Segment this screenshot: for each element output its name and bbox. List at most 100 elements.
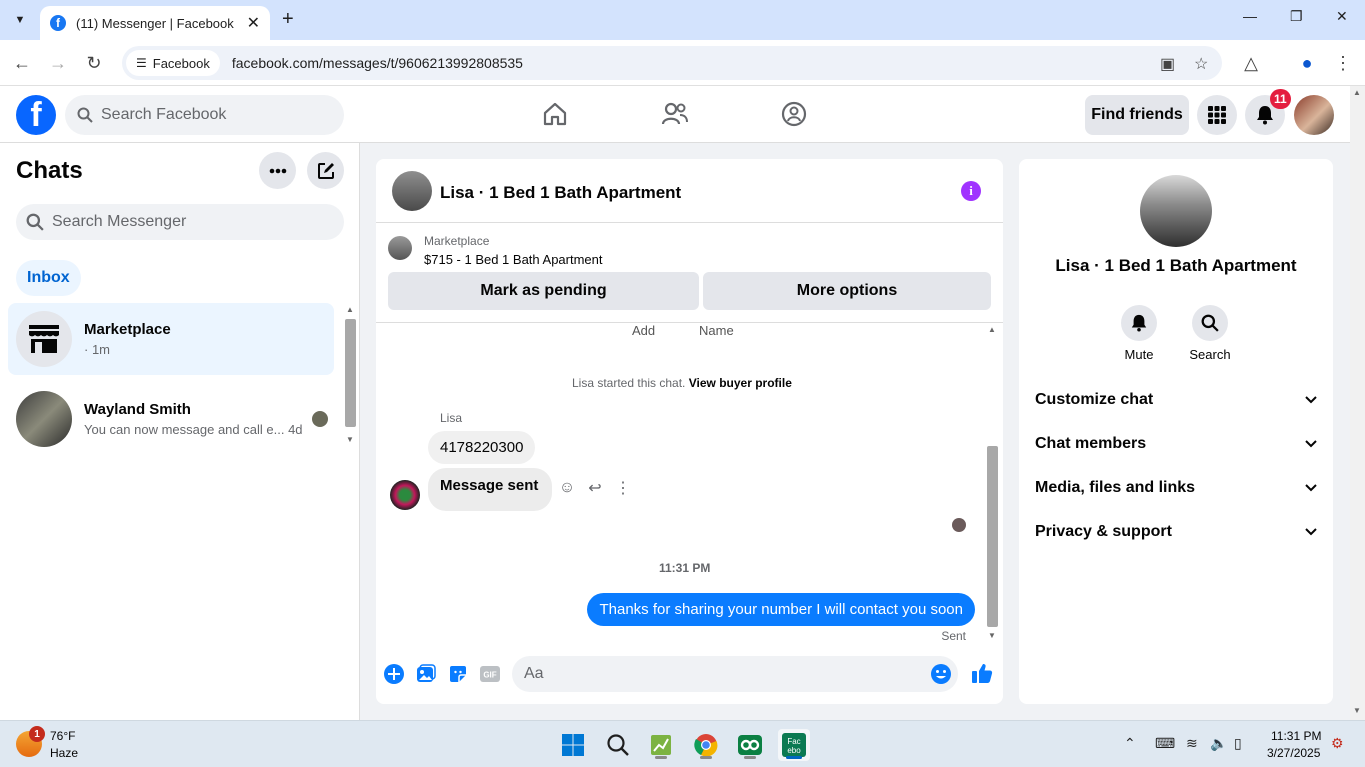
inbox-filter-tab[interactable]: Inbox (16, 260, 81, 296)
new-tab-plus-icon[interactable]: + (282, 8, 294, 31)
emoji-icon[interactable] (930, 663, 952, 690)
view-buyer-profile-link[interactable]: View buyer profile (689, 376, 792, 390)
groups-icon[interactable] (780, 100, 808, 128)
composer-bar: GIF (376, 649, 1003, 699)
profile-icon[interactable]: ● (1294, 50, 1320, 76)
chat-item-marketplace[interactable]: Marketplace · 1m (8, 303, 334, 375)
message-input[interactable] (524, 665, 744, 683)
browser-menu-icon[interactable]: ⋮ (1330, 50, 1356, 76)
account-avatar[interactable] (1294, 95, 1334, 135)
message-composer[interactable] (512, 656, 958, 692)
facebook-search[interactable] (65, 95, 344, 135)
more-options-button[interactable]: More options (703, 272, 991, 310)
svg-text:GIF: GIF (483, 671, 496, 680)
home-icon[interactable] (541, 100, 569, 128)
search-conversation-button[interactable]: Search (1180, 305, 1240, 362)
avatar (390, 480, 420, 510)
reply-icon[interactable]: ↩ (584, 477, 606, 499)
wifi-icon[interactable]: ≋ (1186, 735, 1198, 752)
battery-icon[interactable]: ▯ (1234, 735, 1242, 752)
chart-app-icon[interactable] (645, 729, 677, 761)
messenger-search[interactable] (16, 204, 344, 240)
chats-title: Chats (16, 157, 83, 184)
scroll-down-arrow-icon[interactable]: ▼ (346, 435, 354, 444)
weather-temperature[interactable]: 76°F (50, 729, 75, 743)
media-files-links-section[interactable]: Media, files and links (1035, 466, 1317, 510)
facebook-taskbar-app[interactable]: Fac ebo (778, 729, 810, 761)
add-plus-icon[interactable] (383, 663, 405, 685)
tab-close-icon[interactable]: ✕ (247, 13, 260, 33)
scroll-down-arrow-icon[interactable]: ▼ (988, 631, 996, 640)
clock-date[interactable]: 3/27/2025 (1267, 746, 1320, 760)
new-message-icon[interactable] (307, 152, 344, 189)
volume-icon[interactable]: 🔈 (1210, 735, 1227, 752)
more-options-icon[interactable] (259, 152, 296, 189)
labs-flask-icon[interactable]: △ (1238, 50, 1264, 76)
thumbs-up-icon[interactable] (970, 661, 994, 685)
search-icon (77, 107, 93, 123)
privacy-support-section[interactable]: Privacy & support (1035, 510, 1317, 554)
incoming-message[interactable]: Message sent (428, 468, 553, 511)
notification-center-icon[interactable]: ⚙ (1331, 735, 1344, 752)
tray-chevron-up-icon[interactable]: ⌃ (1124, 735, 1136, 752)
mute-button[interactable]: Mute (1109, 305, 1169, 362)
message-timestamp: 11:31 PM (659, 561, 711, 575)
photo-icon[interactable] (415, 663, 437, 685)
incoming-message[interactable]: 4178220300 (428, 431, 536, 464)
scroll-up-arrow-icon[interactable]: ▲ (988, 325, 996, 334)
taskbar-search-icon[interactable] (602, 729, 634, 761)
messenger-search-input[interactable] (52, 213, 272, 231)
address-bar[interactable]: ☰ Facebook facebook.com/messages/t/96062… (122, 46, 1222, 80)
avatar[interactable] (1140, 175, 1212, 247)
gif-icon[interactable]: GIF (479, 663, 501, 685)
chat-preview-text: You can now message and call e... (84, 422, 285, 437)
sticker-icon[interactable] (447, 663, 469, 685)
outgoing-message[interactable]: Thanks for sharing your number I will co… (587, 593, 975, 626)
listing-title[interactable]: $715 - 1 Bed 1 Bath Apartment (424, 252, 603, 267)
tune-icon: ☰ (136, 56, 147, 70)
friends-icon[interactable] (661, 100, 689, 128)
menu-grid-icon[interactable] (1197, 95, 1237, 135)
reload-icon[interactable]: ↻ (81, 50, 107, 76)
customize-chat-section[interactable]: Customize chat (1035, 378, 1317, 422)
mark-as-pending-button[interactable]: Mark as pending (388, 272, 699, 310)
windows-start-icon[interactable] (557, 729, 589, 761)
message-thread: Add Name Lisa started this chat. View bu… (376, 322, 1003, 645)
thread-scrollbar-thumb[interactable] (987, 446, 998, 627)
scroll-down-arrow-icon[interactable]: ▼ (1353, 706, 1361, 715)
conversation-info-panel: Lisa · 1 Bed 1 Bath Apartment Mute Searc… (1019, 159, 1333, 704)
facebook-search-input[interactable] (101, 106, 321, 124)
facebook-logo-icon[interactable]: f (16, 95, 56, 135)
chrome-icon[interactable] (690, 729, 722, 761)
page-scrollbar[interactable]: ▲ ▼ (1350, 86, 1365, 720)
message-more-icon[interactable]: ⋮ (612, 477, 634, 499)
scroll-up-arrow-icon[interactable]: ▲ (346, 305, 354, 314)
forward-arrow-icon[interactable]: → (45, 50, 71, 76)
back-arrow-icon[interactable]: ← (9, 50, 35, 76)
react-emoji-icon[interactable]: ☺ (556, 477, 578, 499)
clock-time[interactable]: 11:31 PM (1271, 729, 1321, 743)
site-info-chip[interactable]: ☰ Facebook (126, 50, 220, 76)
chat-item-wayland-smith[interactable]: Wayland Smith You can now message and ca… (8, 383, 334, 455)
tab-search-chevron-icon[interactable]: ▼ (8, 8, 32, 32)
bookmark-star-icon[interactable]: ☆ (1194, 54, 1208, 74)
chat-members-section[interactable]: Chat members (1035, 422, 1317, 466)
install-app-icon[interactable]: ▣ (1160, 54, 1175, 74)
scrollbar-thumb[interactable] (345, 319, 356, 427)
minimize-icon[interactable]: — (1243, 8, 1257, 24)
avatar[interactable] (392, 171, 432, 211)
conversation-title[interactable]: Lisa · 1 Bed 1 Bath Apartment (440, 183, 681, 203)
info-icon[interactable]: i (961, 181, 981, 201)
marketplace-shop-icon (16, 311, 72, 367)
keyboard-icon[interactable]: ⌨ (1155, 735, 1175, 752)
search-icon (1192, 305, 1228, 341)
scroll-up-arrow-icon[interactable]: ▲ (1353, 88, 1361, 97)
weather-condition[interactable]: Haze (50, 746, 78, 760)
maximize-icon[interactable]: ❐ (1290, 8, 1303, 25)
find-friends-button[interactable]: Find friends (1085, 95, 1189, 135)
window-close-icon[interactable]: ✕ (1336, 8, 1348, 25)
chat-time: 4d (288, 422, 303, 437)
green-app-icon[interactable] (734, 729, 766, 761)
chat-list-scrollbar[interactable]: ▲ ▼ (343, 303, 359, 449)
browser-tab-messenger[interactable]: f (11) Messenger | Facebook ✕ (40, 6, 270, 40)
